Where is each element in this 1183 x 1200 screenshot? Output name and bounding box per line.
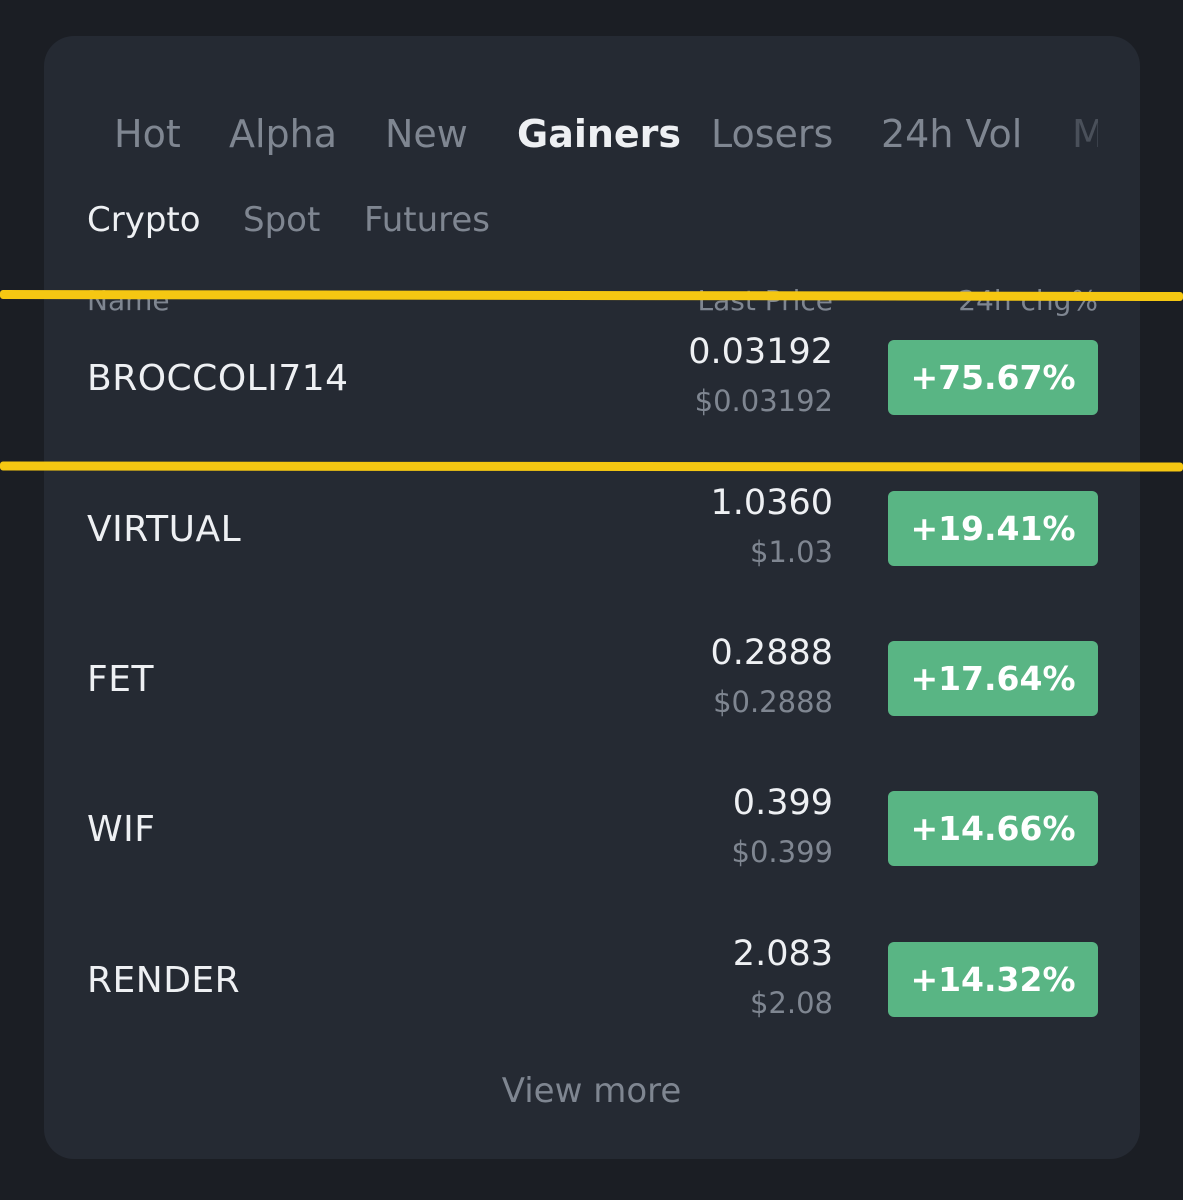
last-price: 2.083 [732, 934, 833, 974]
tab-24h-vol[interactable]: 24h Vol [881, 112, 1022, 156]
coin-name: VIRTUAL [87, 509, 242, 550]
usd-price: $2.08 [749, 986, 833, 1020]
tab-hot[interactable]: Hot [114, 112, 181, 156]
market-subtabs: Crypto Spot Futures [44, 200, 1140, 244]
table-row[interactable]: BROCCOLI714 0.03192 $0.03192 +75.67% [44, 302, 1140, 452]
view-more-link[interactable]: View more [0, 1071, 1183, 1111]
table-row[interactable]: FET 0.2888 $0.2888 +17.64% [44, 603, 1140, 753]
tab-new[interactable]: New [385, 112, 468, 156]
coin-name: WIF [87, 809, 156, 850]
coin-name: BROCCOLI714 [87, 358, 349, 399]
usd-price: $0.03192 [694, 384, 833, 418]
change-badge: +14.32% [888, 942, 1098, 1017]
last-price: 0.399 [732, 783, 833, 823]
tab-gainers[interactable]: Gainers [517, 112, 681, 156]
table-row[interactable]: VIRTUAL 1.0360 $1.03 +19.41% [44, 453, 1140, 603]
usd-price: $0.2888 [713, 685, 833, 719]
category-tabs: Hot Alpha New Gainers Losers 24h Vol M [44, 112, 1140, 164]
gainers-card: Hot Alpha New Gainers Losers 24h Vol M C… [44, 36, 1140, 1159]
usd-price: $0.399 [731, 835, 833, 869]
tab-alpha[interactable]: Alpha [229, 112, 337, 156]
last-price: 0.2888 [710, 633, 833, 673]
tab-losers[interactable]: Losers [711, 112, 833, 156]
subtab-crypto[interactable]: Crypto [87, 200, 201, 240]
change-badge: +19.41% [888, 491, 1098, 566]
change-badge: +75.67% [888, 340, 1098, 415]
table-row[interactable]: WIF 0.399 $0.399 +14.66% [44, 753, 1140, 903]
subtab-futures[interactable]: Futures [364, 200, 490, 240]
highlight-line-bottom [0, 461, 1183, 472]
subtab-spot[interactable]: Spot [243, 200, 320, 240]
last-price: 1.0360 [710, 483, 833, 523]
usd-price: $1.03 [749, 535, 833, 569]
change-badge: +17.64% [888, 641, 1098, 716]
coin-name: FET [87, 659, 154, 700]
last-price: 0.03192 [688, 332, 833, 372]
table-row[interactable]: RENDER 2.083 $2.08 +14.32% [44, 904, 1140, 1054]
tab-more-truncated[interactable]: M [1072, 112, 1098, 156]
change-badge: +14.66% [888, 791, 1098, 866]
coin-name: RENDER [87, 960, 241, 1001]
